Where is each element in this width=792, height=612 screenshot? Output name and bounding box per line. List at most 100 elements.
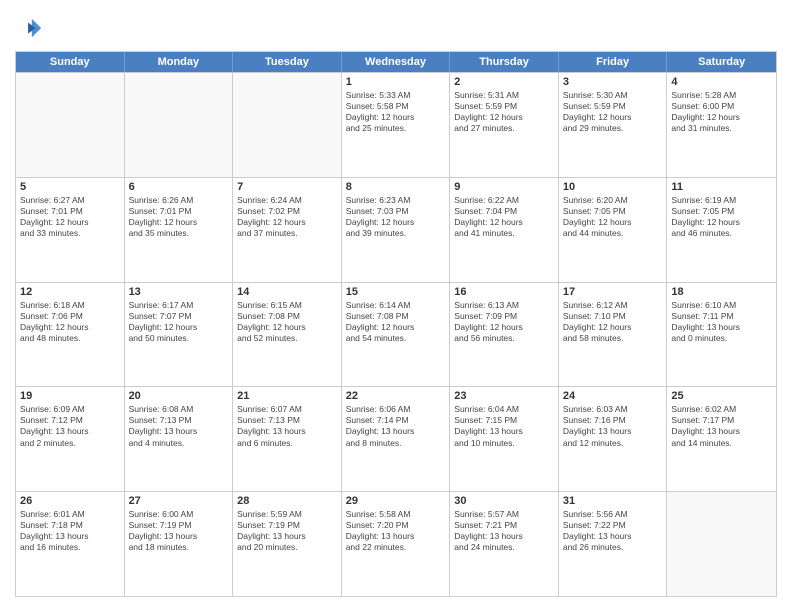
weekday-header-saturday: Saturday (667, 52, 776, 72)
calendar-day-24: 24Sunrise: 6:03 AM Sunset: 7:16 PM Dayli… (559, 387, 668, 491)
day-info: Sunrise: 5:56 AM Sunset: 7:22 PM Dayligh… (563, 509, 663, 553)
day-number: 14 (237, 286, 337, 298)
weekday-header-thursday: Thursday (450, 52, 559, 72)
calendar-empty-cell (16, 73, 125, 177)
day-info: Sunrise: 6:01 AM Sunset: 7:18 PM Dayligh… (20, 509, 120, 553)
day-info: Sunrise: 6:24 AM Sunset: 7:02 PM Dayligh… (237, 195, 337, 239)
day-info: Sunrise: 6:07 AM Sunset: 7:13 PM Dayligh… (237, 404, 337, 448)
day-number: 24 (563, 390, 663, 402)
weekday-header-tuesday: Tuesday (233, 52, 342, 72)
day-number: 9 (454, 181, 554, 193)
day-number: 22 (346, 390, 446, 402)
day-number: 13 (129, 286, 229, 298)
calendar-day-29: 29Sunrise: 5:58 AM Sunset: 7:20 PM Dayli… (342, 492, 451, 596)
day-number: 23 (454, 390, 554, 402)
calendar-day-7: 7 Sunrise: 6:24 AM Sunset: 7:02 PM Daylig… (233, 178, 342, 282)
weekday-header-sunday: Sunday (16, 52, 125, 72)
day-info: Sunrise: 6:10 AM Sunset: 7:11 PM Dayligh… (671, 300, 772, 344)
calendar-day-30: 30Sunrise: 5:57 AM Sunset: 7:21 PM Dayli… (450, 492, 559, 596)
day-info: Sunrise: 6:20 AM Sunset: 7:05 PM Dayligh… (563, 195, 663, 239)
calendar-day-6: 6Sunrise: 6:26 AM Sunset: 7:01 PM Daylig… (125, 178, 234, 282)
day-number: 10 (563, 181, 663, 193)
day-info: Sunrise: 6:02 AM Sunset: 7:17 PM Dayligh… (671, 404, 772, 448)
calendar-day-20: 20Sunrise: 6:08 AM Sunset: 7:13 PM Dayli… (125, 387, 234, 491)
day-info: Sunrise: 6:13 AM Sunset: 7:09 PM Dayligh… (454, 300, 554, 344)
day-number: 8 (346, 181, 446, 193)
calendar-day-11: 11 Sunrise: 6:19 AM Sunset: 7:05 PM Dayli… (667, 178, 776, 282)
day-number: 1 (346, 76, 446, 88)
calendar-day-2: 2 Sunrise: 5:31 AM Sunset: 5:59 PM Daylig… (450, 73, 559, 177)
day-number: 4 (671, 76, 772, 88)
calendar-day-9: 9 Sunrise: 6:22 AM Sunset: 7:04 PM Daylig… (450, 178, 559, 282)
day-number: 11 (671, 181, 772, 193)
page: SundayMondayTuesdayWednesdayThursdayFrid… (0, 0, 792, 612)
day-info: Sunrise: 6:23 AM Sunset: 7:03 PM Dayligh… (346, 195, 446, 239)
day-info: Sunrise: 6:18 AM Sunset: 7:06 PM Dayligh… (20, 300, 120, 344)
day-number: 26 (20, 495, 120, 507)
day-info: Sunrise: 5:31 AM Sunset: 5:59 PM Dayligh… (454, 90, 554, 134)
day-number: 20 (129, 390, 229, 402)
day-number: 18 (671, 286, 772, 298)
day-info: Sunrise: 6:14 AM Sunset: 7:08 PM Dayligh… (346, 300, 446, 344)
day-number: 3 (563, 76, 663, 88)
day-info: Sunrise: 5:33 AM Sunset: 5:58 PM Dayligh… (346, 90, 446, 134)
calendar-day-12: 12Sunrise: 6:18 AM Sunset: 7:06 PM Dayli… (16, 283, 125, 387)
day-info: Sunrise: 6:15 AM Sunset: 7:08 PM Dayligh… (237, 300, 337, 344)
calendar-header: SundayMondayTuesdayWednesdayThursdayFrid… (16, 52, 776, 72)
calendar-empty-cell (125, 73, 234, 177)
calendar-day-23: 23 Sunrise: 6:04 AM Sunset: 7:15 PM Dayli… (450, 387, 559, 491)
day-info: Sunrise: 6:17 AM Sunset: 7:07 PM Dayligh… (129, 300, 229, 344)
logo-icon (15, 15, 43, 43)
day-info: Sunrise: 6:22 AM Sunset: 7:04 PM Dayligh… (454, 195, 554, 239)
day-number: 31 (563, 495, 663, 507)
calendar-day-18: 18 Sunrise: 6:10 AM Sunset: 7:11 PM Dayli… (667, 283, 776, 387)
calendar-day-13: 13 Sunrise: 6:17 AM Sunset: 7:07 PM Dayli… (125, 283, 234, 387)
calendar-day-27: 27Sunrise: 6:00 AM Sunset: 7:19 PM Dayli… (125, 492, 234, 596)
calendar-day-22: 22 Sunrise: 6:06 AM Sunset: 7:14 PM Dayli… (342, 387, 451, 491)
day-info: Sunrise: 5:58 AM Sunset: 7:20 PM Dayligh… (346, 509, 446, 553)
calendar-row-5: 26 Sunrise: 6:01 AM Sunset: 7:18 PM Dayli… (16, 491, 776, 596)
calendar-day-16: 16 Sunrise: 6:13 AM Sunset: 7:09 PM Dayli… (450, 283, 559, 387)
calendar-day-21: 21 Sunrise: 6:07 AM Sunset: 7:13 PM Dayli… (233, 387, 342, 491)
day-number: 30 (454, 495, 554, 507)
day-number: 21 (237, 390, 337, 402)
calendar-day-1: 1 Sunrise: 5:33 AM Sunset: 5:58 PM Daylig… (342, 73, 451, 177)
calendar-empty-cell (667, 492, 776, 596)
calendar-row-3: 12Sunrise: 6:18 AM Sunset: 7:06 PM Dayli… (16, 282, 776, 387)
calendar-day-4: 4 Sunrise: 5:28 AM Sunset: 6:00 PM Daylig… (667, 73, 776, 177)
day-number: 5 (20, 181, 120, 193)
day-info: Sunrise: 6:19 AM Sunset: 7:05 PM Dayligh… (671, 195, 772, 239)
day-info: Sunrise: 6:09 AM Sunset: 7:12 PM Dayligh… (20, 404, 120, 448)
day-info: Sunrise: 6:12 AM Sunset: 7:10 PM Dayligh… (563, 300, 663, 344)
day-info: Sunrise: 6:26 AM Sunset: 7:01 PM Dayligh… (129, 195, 229, 239)
day-number: 15 (346, 286, 446, 298)
calendar-row-2: 5 Sunrise: 6:27 AM Sunset: 7:01 PM Daylig… (16, 177, 776, 282)
logo (15, 15, 47, 43)
day-info: Sunrise: 6:00 AM Sunset: 7:19 PM Dayligh… (129, 509, 229, 553)
day-number: 16 (454, 286, 554, 298)
calendar-day-17: 17 Sunrise: 6:12 AM Sunset: 7:10 PM Dayli… (559, 283, 668, 387)
calendar-day-14: 14 Sunrise: 6:15 AM Sunset: 7:08 PM Dayli… (233, 283, 342, 387)
day-info: Sunrise: 5:59 AM Sunset: 7:19 PM Dayligh… (237, 509, 337, 553)
calendar-day-19: 19Sunrise: 6:09 AM Sunset: 7:12 PM Dayli… (16, 387, 125, 491)
weekday-header-monday: Monday (125, 52, 234, 72)
day-number: 2 (454, 76, 554, 88)
calendar: SundayMondayTuesdayWednesdayThursdayFrid… (15, 51, 777, 597)
calendar-day-5: 5 Sunrise: 6:27 AM Sunset: 7:01 PM Daylig… (16, 178, 125, 282)
day-info: Sunrise: 6:04 AM Sunset: 7:15 PM Dayligh… (454, 404, 554, 448)
calendar-day-15: 15 Sunrise: 6:14 AM Sunset: 7:08 PM Dayli… (342, 283, 451, 387)
calendar-empty-cell (233, 73, 342, 177)
weekday-header-friday: Friday (559, 52, 668, 72)
day-info: Sunrise: 6:27 AM Sunset: 7:01 PM Dayligh… (20, 195, 120, 239)
calendar-day-31: 31 Sunrise: 5:56 AM Sunset: 7:22 PM Dayli… (559, 492, 668, 596)
day-info: Sunrise: 5:28 AM Sunset: 6:00 PM Dayligh… (671, 90, 772, 134)
weekday-header-wednesday: Wednesday (342, 52, 451, 72)
calendar-day-25: 25Sunrise: 6:02 AM Sunset: 7:17 PM Dayli… (667, 387, 776, 491)
calendar-row-4: 19Sunrise: 6:09 AM Sunset: 7:12 PM Dayli… (16, 386, 776, 491)
day-number: 7 (237, 181, 337, 193)
day-info: Sunrise: 6:06 AM Sunset: 7:14 PM Dayligh… (346, 404, 446, 448)
calendar-body: 1 Sunrise: 5:33 AM Sunset: 5:58 PM Daylig… (16, 72, 776, 596)
day-number: 17 (563, 286, 663, 298)
day-info: Sunrise: 5:30 AM Sunset: 5:59 PM Dayligh… (563, 90, 663, 134)
calendar-day-8: 8 Sunrise: 6:23 AM Sunset: 7:03 PM Daylig… (342, 178, 451, 282)
